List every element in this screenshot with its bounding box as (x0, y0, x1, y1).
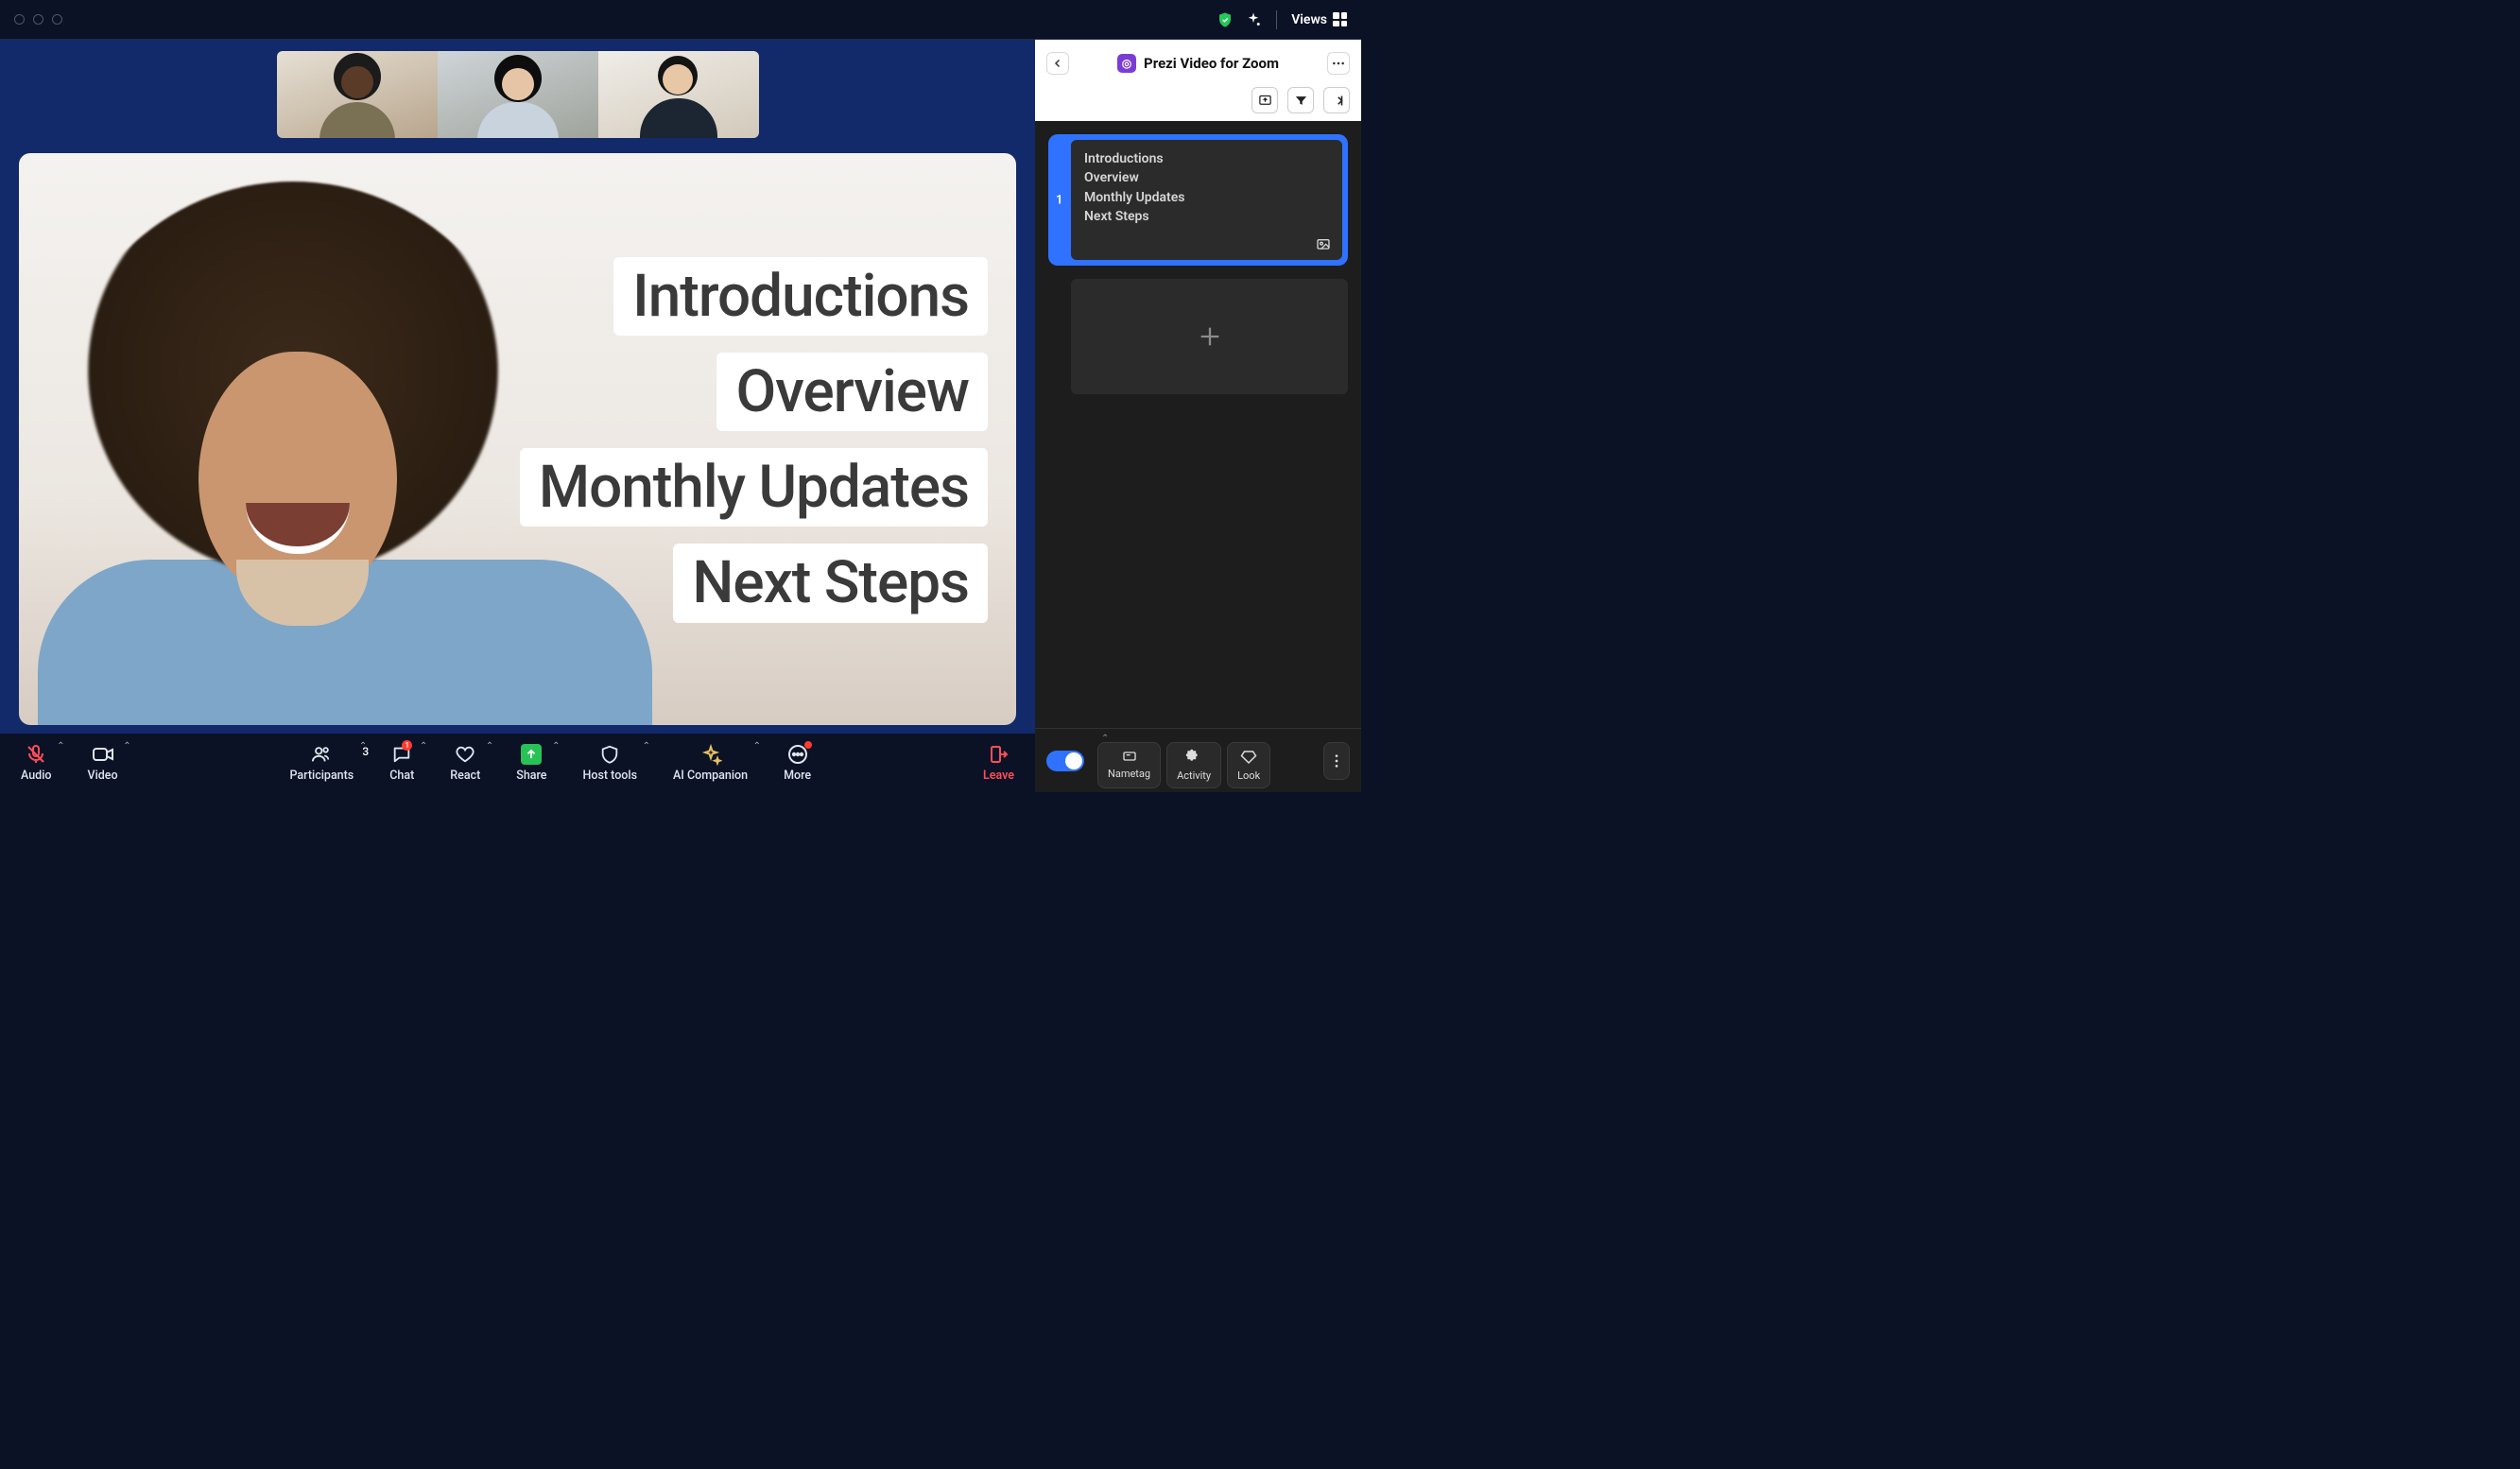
share-label: Share (516, 769, 546, 783)
diamond-icon (1240, 749, 1257, 766)
image-icon[interactable] (1314, 237, 1333, 252)
sparkles-icon (699, 743, 723, 766)
prezi-logo-icon: ◎ (1117, 54, 1136, 73)
overlay-item: Monthly Updates (520, 448, 988, 527)
microphone-muted-icon (24, 743, 48, 766)
sparkle-icon[interactable] (1245, 11, 1262, 28)
host-tools-button[interactable]: ⌃ Host tools (583, 743, 638, 783)
more-label: More (784, 769, 811, 783)
overlay-toggle[interactable] (1046, 751, 1084, 771)
slide-card[interactable]: 1 ••• Introductions Overview Monthly Upd… (1048, 134, 1348, 266)
puzzle-icon (1185, 749, 1202, 766)
ai-companion-button[interactable]: ⌃ AI Companion (673, 743, 748, 783)
slides-list: 1 ••• Introductions Overview Monthly Upd… (1035, 121, 1361, 728)
video-camera-icon (91, 743, 115, 766)
participant-thumbnail[interactable] (277, 51, 438, 138)
share-button[interactable]: ⌃ Share (516, 743, 546, 783)
chat-bubble-icon: 1 (389, 743, 414, 766)
footer-more-button[interactable] (1323, 742, 1350, 780)
heart-icon (453, 743, 477, 766)
upload-button[interactable] (1251, 87, 1278, 113)
chat-button[interactable]: ⌃ 1 Chat (389, 743, 414, 783)
window-minimize-icon[interactable] (33, 14, 43, 25)
main-video[interactable]: Introductions Overview Monthly Updates N… (19, 153, 1016, 725)
more-icon (785, 743, 810, 766)
video-button[interactable]: ⌃ Video (88, 743, 118, 783)
meeting-toolbar: ⌃ Audio ⌃ Video ⌃ 3 (0, 734, 1035, 792)
chevron-up-icon[interactable]: ⌃ (420, 741, 427, 752)
notification-dot-icon (804, 741, 812, 749)
meeting-area: Introductions Overview Monthly Updates N… (0, 40, 1035, 792)
slide-content: Introductions Overview Monthly Updates N… (1084, 149, 1329, 226)
chevron-up-icon[interactable]: ⌃ (486, 741, 493, 752)
shield-icon (597, 743, 622, 766)
views-button[interactable]: Views (1291, 12, 1347, 27)
overlay-item: Introductions (613, 257, 988, 336)
window-zoom-icon[interactable] (52, 14, 62, 25)
participant-thumbnail[interactable] (438, 51, 598, 138)
people-icon (309, 743, 334, 766)
shield-check-icon[interactable] (1217, 11, 1234, 28)
side-panel: ◎ Prezi Video for Zoom (1035, 40, 1361, 792)
chevron-up-icon[interactable]: ⌃ (753, 741, 761, 752)
titlebar: Views (0, 0, 1361, 40)
react-label: React (450, 769, 480, 783)
audio-button[interactable]: ⌃ Audio (21, 743, 52, 783)
nametag-icon (1120, 749, 1139, 764)
back-button[interactable] (1046, 52, 1069, 75)
window-close-icon[interactable] (14, 14, 25, 25)
chevron-up-icon[interactable]: ⌃ (643, 741, 650, 752)
grid-icon (1333, 12, 1347, 26)
overlay-item: Overview (716, 353, 988, 431)
activity-button[interactable]: Activity (1166, 742, 1221, 788)
window-controls (14, 14, 62, 25)
nametag-button[interactable]: Nametag (1097, 742, 1161, 788)
overlay-item: Next Steps (673, 544, 988, 622)
participant-thumbnails (277, 51, 759, 138)
look-button[interactable]: Look (1227, 742, 1270, 788)
chevron-up-icon[interactable]: ⌃ (57, 741, 64, 752)
leave-button[interactable]: Leave (983, 743, 1014, 783)
chevron-up-icon[interactable]: ⌃ (552, 741, 560, 752)
share-screen-icon (519, 743, 544, 766)
chat-label: Chat (389, 769, 414, 783)
host-tools-label: Host tools (583, 769, 638, 783)
leave-icon (986, 743, 1010, 766)
side-panel-header: ◎ Prezi Video for Zoom (1035, 40, 1361, 121)
participant-thumbnail[interactable] (598, 51, 759, 138)
more-button[interactable]: More (784, 743, 811, 783)
presentation-overlay: Introductions Overview Monthly Updates N… (520, 257, 988, 623)
participants-count: 3 (362, 745, 369, 758)
leave-label: Leave (983, 769, 1014, 783)
side-panel-footer: ⌃ Nametag Activity (1035, 728, 1361, 792)
participants-button[interactable]: ⌃ 3 Participants (289, 743, 354, 783)
add-slide-button[interactable] (1071, 279, 1348, 394)
views-label: Views (1291, 12, 1327, 27)
react-button[interactable]: ⌃ React (450, 743, 480, 783)
ai-companion-label: AI Companion (673, 769, 748, 783)
participants-label: Participants (289, 769, 354, 783)
slide-number: 1 (1056, 193, 1062, 207)
panel-more-button[interactable] (1327, 52, 1350, 75)
filter-button[interactable] (1287, 87, 1314, 113)
audio-label: Audio (21, 769, 52, 783)
chevron-up-icon[interactable]: ⌃ (123, 741, 130, 752)
side-panel-title: ◎ Prezi Video for Zoom (1079, 54, 1318, 73)
collapse-button[interactable] (1323, 87, 1350, 113)
video-label: Video (88, 769, 118, 783)
